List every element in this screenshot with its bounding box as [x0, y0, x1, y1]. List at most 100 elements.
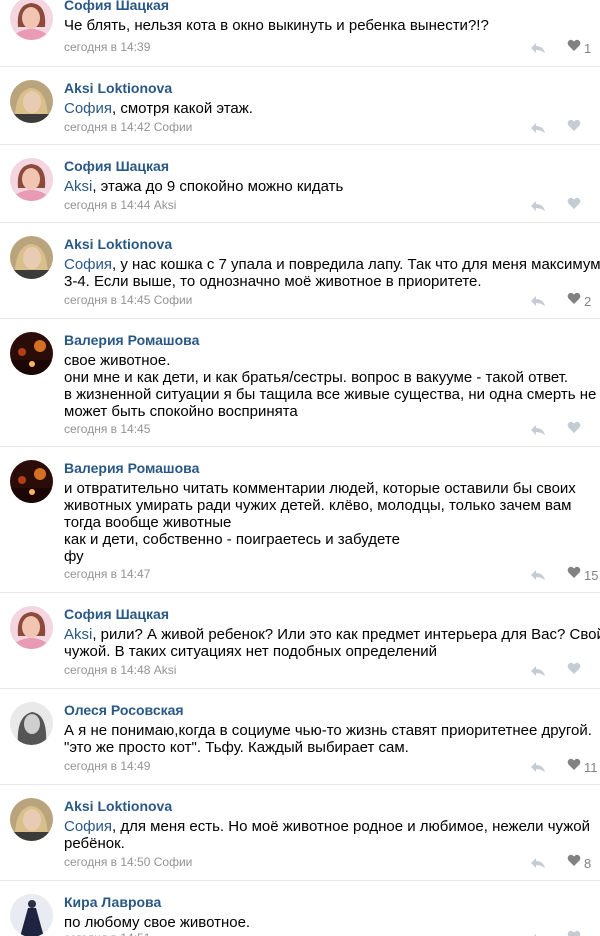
- reply-to-name[interactable]: Aksi: [154, 198, 177, 212]
- comment-item: София Шацкая Че блять, нельзя кота в окно…: [0, 0, 600, 67]
- reply-arrow-icon[interactable]: [530, 760, 550, 774]
- like-button[interactable]: 11: [567, 758, 598, 776]
- avatar-night-city[interactable]: [10, 460, 53, 503]
- comment-text-line: ребёнок.: [64, 835, 125, 852]
- like-button[interactable]: 15: [567, 566, 599, 583]
- heart-icon: [567, 930, 581, 936]
- comments-feed: София Шацкая Че блять, нельзя кота в окно…: [0, 0, 600, 936]
- avatar-pink-girl[interactable]: [10, 0, 53, 40]
- like-button[interactable]: [567, 930, 581, 936]
- comment-text-line: по любому свое животное.: [64, 914, 251, 931]
- reply-arrow-icon[interactable]: [530, 932, 550, 936]
- comment-meta: сегодня в 14:39: [64, 40, 150, 54]
- mention-link[interactable]: Aksi: [64, 626, 92, 643]
- comment-author[interactable]: Кира Лаврова: [64, 894, 161, 910]
- comment-author[interactable]: Aksi Loktionova: [64, 798, 172, 814]
- comment-timestamp[interactable]: сегодня в 14:49: [64, 759, 150, 773]
- like-button[interactable]: [567, 421, 581, 438]
- reply-arrow-icon[interactable]: [530, 856, 550, 870]
- comment-timestamp[interactable]: сегодня в 14:51: [64, 931, 150, 936]
- avatar-blonde-girl[interactable]: [10, 798, 53, 841]
- heart-icon: [567, 39, 581, 57]
- like-button[interactable]: [567, 662, 581, 679]
- comment-text-line: , рили? А живой ребенок? Или это как пре…: [92, 626, 600, 643]
- comment-author[interactable]: София Шацкая: [64, 0, 169, 13]
- comment-meta: сегодня в 14:49: [64, 759, 150, 773]
- comment-timestamp[interactable]: сегодня в 14:44: [64, 198, 150, 212]
- like-count: 15: [584, 567, 599, 583]
- comment-author[interactable]: Олеся Росовская: [64, 702, 184, 718]
- reply-arrow-icon[interactable]: [530, 423, 550, 437]
- comment-timestamp[interactable]: сегодня в 14:50: [64, 855, 150, 869]
- comment-author[interactable]: Валерия Ромашова: [64, 460, 199, 476]
- heart-icon: [567, 854, 581, 872]
- like-count: 11: [584, 759, 598, 775]
- comment-text: свое животное. они мне и как дети, и как …: [64, 352, 596, 420]
- comment-text: Aksi, рили? А живой ребенок? Или это как…: [64, 626, 600, 660]
- mention-link[interactable]: София: [64, 100, 112, 117]
- comment-timestamp[interactable]: сегодня в 14:39: [64, 40, 150, 54]
- comment-author[interactable]: Aksi Loktionova: [64, 236, 172, 252]
- avatar-blonde-girl[interactable]: [10, 236, 53, 279]
- comment-text-line: А я не понимаю,когда в социуме чью-то жи…: [64, 722, 592, 739]
- comment-text-line: в жизненной ситуации я бы тащила все жив…: [64, 386, 597, 403]
- mention-link[interactable]: София: [64, 256, 112, 273]
- mention-link[interactable]: София: [64, 818, 112, 835]
- comment-text-line: и отвратительно читать комментарии людей…: [64, 480, 576, 497]
- comment-author[interactable]: Aksi Loktionova: [64, 80, 172, 96]
- like-count: 8: [584, 855, 592, 871]
- comment-text: Че блять, нельзя кота в окно выкинуть и …: [64, 17, 580, 34]
- comment-meta: сегодня в 14:45 Софии: [64, 293, 192, 307]
- comment-text-line: как и дети, собственно - поиграетесь и з…: [64, 531, 400, 548]
- mention-link[interactable]: Aksi: [64, 178, 92, 195]
- comment-timestamp[interactable]: сегодня в 14:45: [64, 293, 150, 307]
- reply-arrow-icon[interactable]: [530, 121, 550, 135]
- like-button[interactable]: [567, 197, 581, 214]
- avatar-night-city[interactable]: [10, 332, 53, 375]
- comment-author[interactable]: Валерия Ромашова: [64, 332, 199, 348]
- reply-to-name[interactable]: Aksi: [154, 663, 177, 677]
- reply-to-name[interactable]: Софии: [154, 120, 193, 134]
- reply-to-name[interactable]: Софии: [154, 855, 193, 869]
- comment-item: София Шацкая Aksi, этажа до 9 спокойно мо…: [0, 145, 600, 223]
- avatar-dark-dress[interactable]: [10, 894, 53, 936]
- comment-text-line: животных умирать ради чужих детей. клёво…: [64, 497, 572, 514]
- like-button[interactable]: [567, 119, 581, 136]
- comment-text: и отвратительно читать комментарии людей…: [64, 480, 580, 565]
- like-button[interactable]: 1: [567, 39, 592, 57]
- comment-text-line: свое животное.: [64, 352, 171, 369]
- reply-arrow-icon[interactable]: [530, 199, 550, 213]
- comment-item: Валерия Ромашова свое животное. они мне и …: [0, 319, 600, 447]
- comment-text: София, у нас кошка с 7 упала и повредила…: [64, 256, 600, 290]
- avatar-pink-girl[interactable]: [10, 158, 53, 201]
- comment-author[interactable]: София Шацкая: [64, 606, 169, 622]
- reply-arrow-icon[interactable]: [530, 664, 550, 678]
- comment-text-line: они мне и как дети, и как братья/сестры.…: [64, 369, 569, 386]
- comment-item: София Шацкая Aksi, рили? А живой ребенок?…: [0, 593, 600, 689]
- comment-text-line: , смотря какой этаж.: [112, 100, 253, 117]
- comment-timestamp[interactable]: сегодня в 14:42: [64, 120, 150, 134]
- comment-text: София, для меня есть. Но моё животное ро…: [64, 818, 590, 852]
- reply-arrow-icon[interactable]: [530, 294, 550, 308]
- heart-icon: [567, 758, 581, 776]
- avatar-blonde-girl[interactable]: [10, 80, 53, 123]
- comment-text-line: чужой. В таких ситуациях нет подобных оп…: [64, 643, 438, 660]
- reply-to-name[interactable]: Софии: [154, 293, 193, 307]
- reply-arrow-icon[interactable]: [530, 568, 550, 582]
- comment-author[interactable]: София Шацкая: [64, 158, 169, 174]
- comment-text-line: тогда вообще животные: [64, 514, 232, 531]
- comment-text: София, смотря какой этаж.: [64, 100, 580, 117]
- comment-text: Aksi, этажа до 9 спокойно можно кидать: [64, 178, 580, 195]
- comment-item: Aksi Loktionova София, для меня есть. Но …: [0, 785, 600, 881]
- avatar-pink-girl[interactable]: [10, 606, 53, 649]
- comment-timestamp[interactable]: сегодня в 14:48: [64, 663, 150, 677]
- comment-item: Кира Лаврова по любому свое животное.сего…: [0, 881, 600, 936]
- comment-meta: сегодня в 14:42 Софии: [64, 120, 192, 134]
- comment-timestamp[interactable]: сегодня в 14:47: [64, 567, 150, 581]
- like-button[interactable]: 2: [567, 292, 591, 309]
- avatar-grey-portrait[interactable]: [10, 702, 53, 745]
- like-count: 1: [584, 40, 592, 56]
- like-button[interactable]: 8: [567, 854, 592, 872]
- comment-timestamp[interactable]: сегодня в 14:45: [64, 422, 150, 436]
- reply-arrow-icon[interactable]: [530, 41, 550, 55]
